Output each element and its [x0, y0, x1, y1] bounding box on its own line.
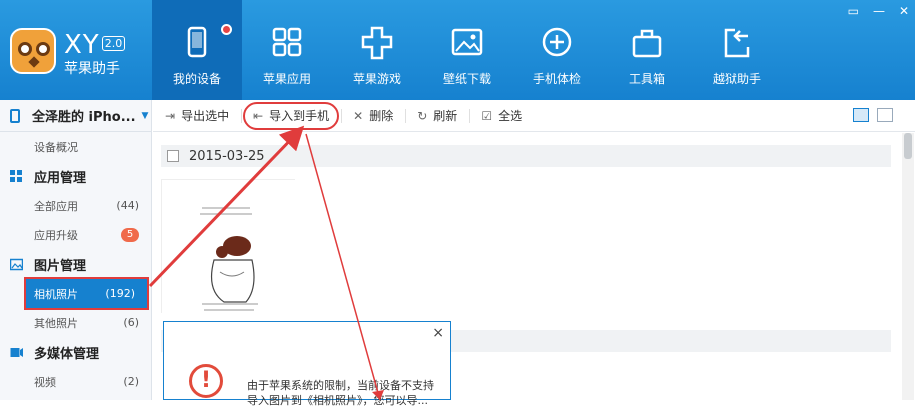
group-date: 2015-03-25 [189, 148, 265, 164]
sidebar-item-label: 全部应用 [34, 199, 78, 213]
sidebar-item-videos[interactable]: 视频 (2) [0, 367, 151, 396]
brand: XY 2.0 苹果助手 [64, 30, 126, 78]
sidebar-section-apps[interactable]: 应用管理 [0, 161, 151, 191]
nav-label: 工具箱 [628, 72, 665, 86]
refresh-button[interactable]: ↻ 刷新 [405, 100, 469, 132]
item-count: (2) [123, 375, 139, 388]
wallpaper-icon [451, 28, 483, 56]
item-count: (6) [123, 316, 139, 329]
scrollbar-thumb[interactable] [904, 133, 912, 159]
brand-version: 2.0 [101, 36, 126, 51]
sidebar-item-all-apps[interactable]: 全部应用 (44) [0, 191, 151, 220]
sidebar-section-photos[interactable]: 图片管理 [0, 249, 151, 279]
button-label: 全选 [498, 109, 523, 123]
delete-icon: ✕ [353, 108, 364, 123]
group-checkbox[interactable] [167, 150, 179, 162]
media-icon [10, 347, 23, 357]
item-count: (192) [105, 287, 135, 300]
section-title: 图片管理 [34, 258, 87, 274]
date-group-header[interactable]: 2015-03-25 [161, 145, 891, 167]
sidebar-item-label: 设备概况 [34, 140, 78, 154]
nav-label: 苹果游戏 [352, 72, 401, 86]
dialog-message: 由于苹果系统的限制，当前设备不支持导入图片到《相机照片》，您可以导... [247, 379, 434, 407]
brand-name: 苹果助手 [64, 61, 120, 77]
checkbox-icon: ☑ [481, 108, 493, 123]
owl-logo-icon [10, 28, 56, 74]
nav-label: 我的设备 [172, 72, 221, 86]
import-icon: ⇤ [253, 108, 264, 123]
toolbox-icon [632, 29, 662, 58]
caret-down-icon: ▼ [141, 110, 149, 121]
button-label: 导出选中 [181, 109, 230, 123]
item-count: (44) [116, 199, 139, 212]
export-selected-button[interactable]: ⇥ 导出选中 [153, 100, 241, 132]
nav-jailbreak[interactable]: 越狱助手 [692, 0, 782, 100]
nav-label: 苹果应用 [262, 72, 311, 86]
sidebar-item-label: 其他照片 [34, 316, 78, 330]
close-icon[interactable]: ✕ [899, 4, 909, 18]
device-selector[interactable]: 全泽胜的 iPho... ▼ [0, 100, 151, 132]
warning-dialog: × ! 由于苹果系统的限制，当前设备不支持导入图片到《相机照片》，您可以导... [163, 321, 451, 407]
app-header: XY2.0 苹果助手 我的设备 苹果应用 苹果游戏 壁纸下载 手机体检 工具箱 [0, 0, 915, 100]
brand-text: XY [64, 30, 100, 60]
sidebar-item-app-updates[interactable]: 应用升级 5 [0, 220, 151, 249]
update-badge: 5 [121, 227, 139, 242]
sidebar-item-overview[interactable]: 设备概况 [0, 132, 151, 161]
comic-image-icon [162, 180, 296, 314]
sidebar-item-label: 相机照片 [34, 287, 78, 301]
sidebar-item-camera-roll[interactable]: 相机照片 (192) [24, 277, 149, 310]
minimize-icon[interactable]: — [873, 4, 885, 18]
export-icon: ⇥ [165, 108, 176, 123]
nav-toolbox[interactable]: 工具箱 [602, 0, 692, 100]
nav-apple-games[interactable]: 苹果游戏 [332, 0, 422, 100]
notification-dot [221, 24, 232, 35]
sidebar-section-media[interactable]: 多媒体管理 [0, 337, 151, 367]
nav-my-device[interactable]: 我的设备 [152, 0, 242, 100]
button-label: 刷新 [433, 109, 458, 123]
health-check-icon [542, 27, 572, 57]
list-view-icon[interactable] [877, 108, 893, 122]
nav-label: 手机体检 [532, 72, 581, 86]
apps-icon [10, 169, 22, 182]
button-label: 导入到手机 [269, 109, 330, 123]
sidebar: 全泽胜的 iPho... ▼ 设备概况 应用管理 全部应用 (44) 应用升级 … [0, 100, 152, 400]
nav-wallpaper[interactable]: 壁纸下载 [422, 0, 512, 100]
jailbreak-icon [724, 28, 750, 58]
scrollbar[interactable] [902, 133, 914, 400]
gamepad-icon [361, 26, 393, 60]
section-title: 多媒体管理 [34, 346, 100, 362]
phone-icon [10, 108, 20, 123]
import-to-phone-button[interactable]: ⇤ 导入到手机 [241, 100, 341, 132]
sidebar-item-label: 视频 [34, 375, 56, 389]
button-label: 删除 [369, 109, 394, 123]
sidebar-item-label: 应用升级 [34, 228, 78, 242]
section-title: 应用管理 [34, 170, 87, 186]
top-nav: 我的设备 苹果应用 苹果游戏 壁纸下载 手机体检 工具箱 越狱助手 [152, 0, 782, 100]
warning-icon: ! [189, 364, 223, 398]
nav-health-check[interactable]: 手机体检 [512, 0, 602, 100]
select-all-button[interactable]: ☑ 全选 [469, 100, 534, 132]
nav-label: 壁纸下载 [442, 72, 491, 86]
sidebar-item-other-photos[interactable]: 其他照片 (6) [0, 308, 151, 337]
window-controls: ▭ — ✕ [848, 4, 909, 18]
apps-grid-icon [272, 27, 302, 57]
close-icon[interactable]: × [432, 325, 444, 341]
image-icon [10, 258, 23, 270]
device-name: 全泽胜的 iPho... [32, 110, 136, 125]
refresh-icon: ↻ [417, 108, 428, 123]
nav-label: 越狱助手 [712, 72, 761, 86]
view-toggle [853, 108, 893, 122]
nav-apple-apps[interactable]: 苹果应用 [242, 0, 332, 100]
delete-button[interactable]: ✕ 删除 [341, 100, 405, 132]
phone-icon [187, 26, 207, 58]
photo-thumbnail[interactable] [161, 179, 296, 314]
toolbar: ⇥ 导出选中 ⇤ 导入到手机 ✕ 删除 ↻ 刷新 ☑ 全选 [153, 100, 915, 132]
restore-icon[interactable]: ▭ [848, 4, 859, 18]
grid-view-icon[interactable] [853, 108, 869, 122]
